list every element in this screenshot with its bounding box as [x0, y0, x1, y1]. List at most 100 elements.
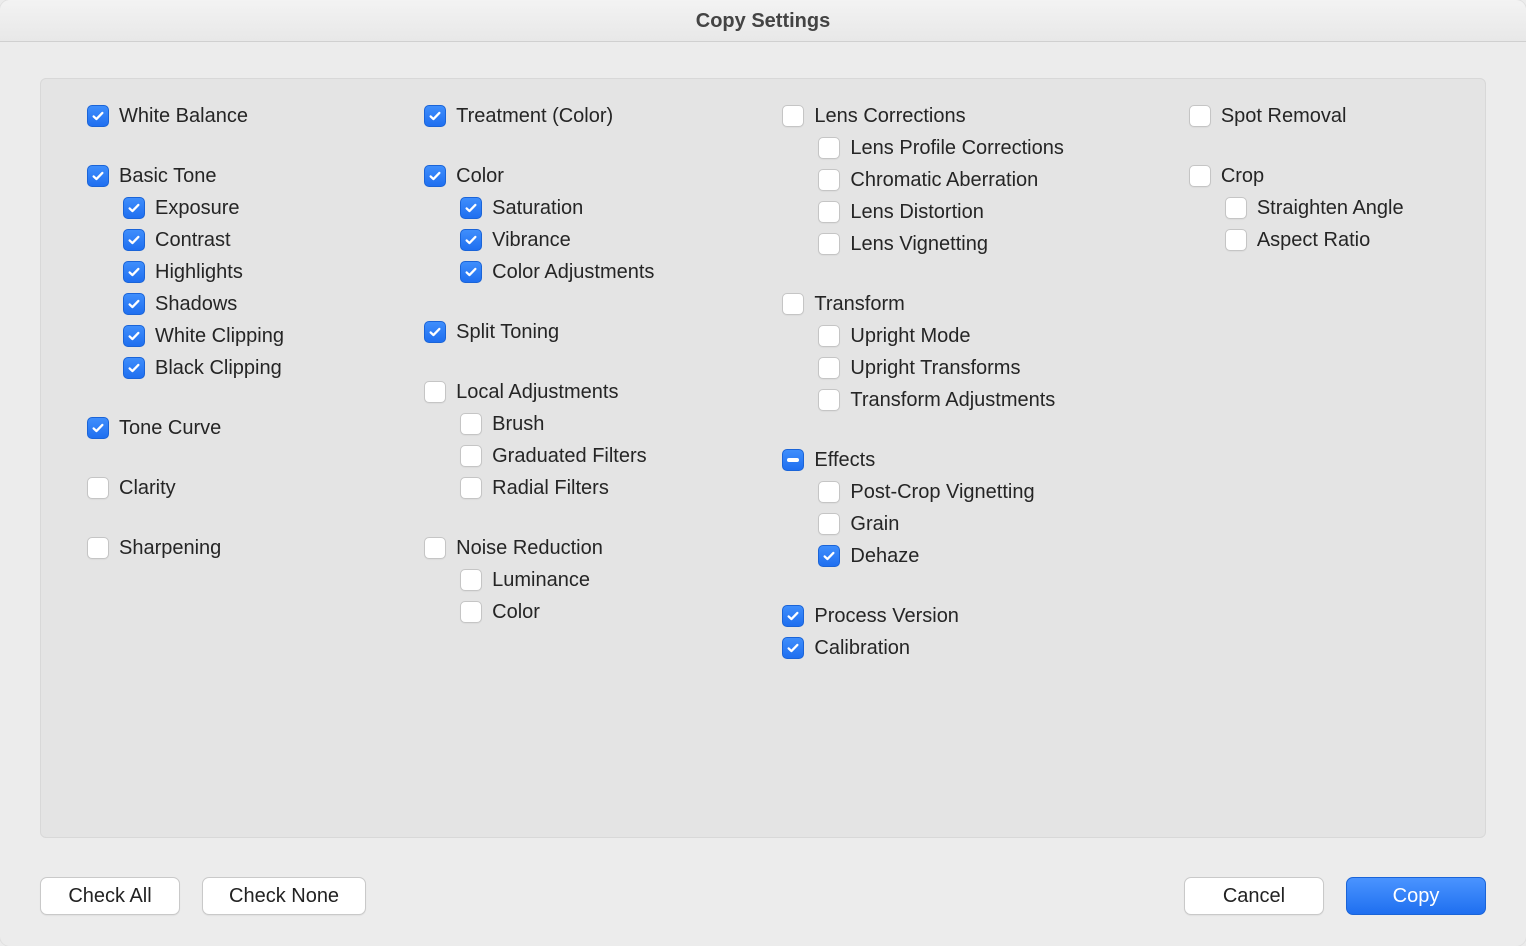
checkbox-lens-corrections[interactable]: [782, 105, 804, 127]
checkbox-luminance[interactable]: [460, 569, 482, 591]
option-brush: Brush: [424, 409, 722, 439]
checkbox-transform-adjustments[interactable]: [818, 389, 840, 411]
options-column: Lens CorrectionsLens Profile Corrections…: [782, 101, 1128, 815]
option-lens-vignetting: Lens Vignetting: [782, 229, 1128, 259]
label-clarity: Clarity: [119, 477, 176, 500]
copy-settings-dialog: Copy Settings White BalanceBasic ToneExp…: [0, 0, 1526, 946]
label-upright-mode: Upright Mode: [850, 325, 970, 348]
label-transform-adjustments: Transform Adjustments: [850, 389, 1055, 412]
label-spot-removal: Spot Removal: [1221, 105, 1347, 128]
checkbox-crop[interactable]: [1189, 165, 1211, 187]
checkbox-color[interactable]: [424, 165, 446, 187]
label-split-toning: Split Toning: [456, 321, 559, 344]
option-saturation: Saturation: [424, 193, 722, 223]
checkbox-sharpening[interactable]: [87, 537, 109, 559]
checkbox-contrast[interactable]: [123, 229, 145, 251]
spacer: [87, 505, 364, 531]
option-local-adjustments: Local Adjustments: [424, 377, 722, 407]
checkbox-lens-distortion[interactable]: [818, 201, 840, 223]
checkbox-dehaze[interactable]: [818, 545, 840, 567]
label-color-adjustments: Color Adjustments: [492, 261, 654, 284]
label-luminance: Luminance: [492, 569, 590, 592]
checkbox-noise-color[interactable]: [460, 601, 482, 623]
checkbox-exposure[interactable]: [123, 197, 145, 219]
spacer: [424, 133, 722, 159]
checkbox-radial-filters[interactable]: [460, 477, 482, 499]
spacer: [87, 445, 364, 471]
checkbox-chromatic-aberration[interactable]: [818, 169, 840, 191]
checkbox-process-version[interactable]: [782, 605, 804, 627]
checkbox-noise-reduction[interactable]: [424, 537, 446, 559]
checkbox-white-clipping[interactable]: [123, 325, 145, 347]
checkbox-post-crop-vignetting[interactable]: [818, 481, 840, 503]
option-vibrance: Vibrance: [424, 225, 722, 255]
checkbox-color-adjustments[interactable]: [460, 261, 482, 283]
checkbox-transform[interactable]: [782, 293, 804, 315]
option-graduated-filters: Graduated Filters: [424, 441, 722, 471]
label-shadows: Shadows: [155, 293, 237, 316]
label-dehaze: Dehaze: [850, 545, 919, 568]
checkbox-lens-vignetting[interactable]: [818, 233, 840, 255]
spacer: [424, 349, 722, 375]
label-contrast: Contrast: [155, 229, 231, 252]
checkbox-calibration[interactable]: [782, 637, 804, 659]
cancel-button[interactable]: Cancel: [1184, 877, 1324, 915]
checkbox-straighten-angle[interactable]: [1225, 197, 1247, 219]
spacer: [782, 573, 1128, 599]
option-radial-filters: Radial Filters: [424, 473, 722, 503]
label-treatment-color: Treatment (Color): [456, 105, 613, 128]
checkbox-white-balance[interactable]: [87, 105, 109, 127]
checkbox-tone-curve[interactable]: [87, 417, 109, 439]
checkbox-lens-profile-corrections[interactable]: [818, 137, 840, 159]
check-all-button[interactable]: Check All: [40, 877, 180, 915]
option-straighten-angle: Straighten Angle: [1189, 193, 1439, 223]
option-calibration: Calibration: [782, 633, 1128, 663]
option-split-toning: Split Toning: [424, 317, 722, 347]
option-noise-color: Color: [424, 597, 722, 627]
option-treatment-color: Treatment (Color): [424, 101, 722, 131]
option-transform-adjustments: Transform Adjustments: [782, 385, 1128, 415]
checkbox-graduated-filters[interactable]: [460, 445, 482, 467]
checkbox-basic-tone[interactable]: [87, 165, 109, 187]
checkbox-brush[interactable]: [460, 413, 482, 435]
option-effects: Effects: [782, 445, 1128, 475]
checkbox-upright-transforms[interactable]: [818, 357, 840, 379]
label-chromatic-aberration: Chromatic Aberration: [850, 169, 1038, 192]
spacer: [87, 133, 364, 159]
spacer: [782, 417, 1128, 443]
checkbox-effects[interactable]: [782, 449, 804, 471]
copy-button[interactable]: Copy: [1346, 877, 1486, 915]
option-white-balance: White Balance: [87, 101, 364, 131]
checkbox-spot-removal[interactable]: [1189, 105, 1211, 127]
dialog-footer: Check All Check None Cancel Copy: [0, 846, 1526, 946]
label-noise-reduction: Noise Reduction: [456, 537, 603, 560]
checkbox-grain[interactable]: [818, 513, 840, 535]
option-tone-curve: Tone Curve: [87, 413, 364, 443]
label-tone-curve: Tone Curve: [119, 417, 221, 440]
checkbox-vibrance[interactable]: [460, 229, 482, 251]
option-upright-mode: Upright Mode: [782, 321, 1128, 351]
checkbox-black-clipping[interactable]: [123, 357, 145, 379]
option-color-adjustments: Color Adjustments: [424, 257, 722, 287]
checkbox-local-adjustments[interactable]: [424, 381, 446, 403]
checkbox-split-toning[interactable]: [424, 321, 446, 343]
label-vibrance: Vibrance: [492, 229, 571, 252]
checkbox-aspect-ratio[interactable]: [1225, 229, 1247, 251]
checkbox-highlights[interactable]: [123, 261, 145, 283]
option-shadows: Shadows: [87, 289, 364, 319]
label-basic-tone: Basic Tone: [119, 165, 216, 188]
checkbox-shadows[interactable]: [123, 293, 145, 315]
dialog-content: White BalanceBasic ToneExposureContrastH…: [0, 42, 1526, 846]
spacer: [87, 385, 364, 411]
option-grain: Grain: [782, 509, 1128, 539]
checkbox-clarity[interactable]: [87, 477, 109, 499]
check-none-button[interactable]: Check None: [202, 877, 366, 915]
label-effects: Effects: [814, 449, 875, 472]
checkbox-saturation[interactable]: [460, 197, 482, 219]
spacer: [424, 505, 722, 531]
checkbox-treatment-color[interactable]: [424, 105, 446, 127]
option-color: Color: [424, 161, 722, 191]
checkbox-upright-mode[interactable]: [818, 325, 840, 347]
label-calibration: Calibration: [814, 637, 910, 660]
option-white-clipping: White Clipping: [87, 321, 364, 351]
